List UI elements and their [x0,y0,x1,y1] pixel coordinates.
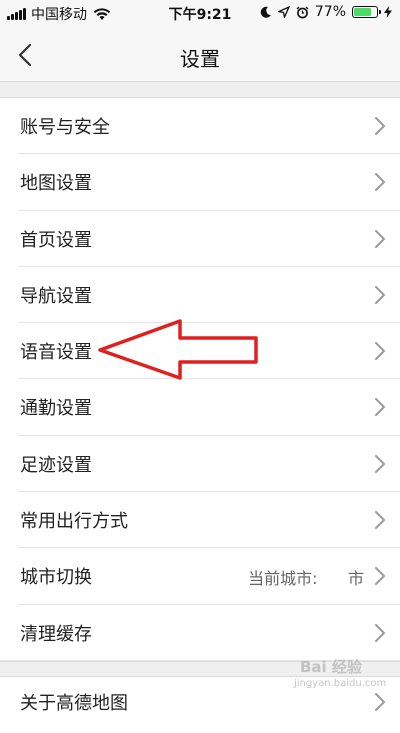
watermark-logo: Bai 经验 [300,658,362,676]
settings-item-navigation[interactable]: 导航设置 [0,266,400,324]
settings-item-label: 常用出行方式 [20,511,128,533]
battery-fill [354,8,371,16]
settings-item-label: 语音设置 [20,342,92,364]
settings-item-map[interactable]: 地图设置 [0,154,400,211]
chevron-right-icon [375,454,385,473]
settings-item-label: 地图设置 [20,173,92,195]
moon-icon [260,6,271,18]
status-right: 77% [260,4,392,20]
settings-item-label: 账号与安全 [20,117,110,138]
settings-item-label: 足迹设置 [20,454,92,476]
watermark-url: jingyan.baidu.com [294,678,387,689]
settings-item-homepage[interactable]: 首页设置 [0,210,400,268]
navigation-bar: 设置 [0,28,400,82]
chevron-right-icon [375,693,385,711]
watermark: Bai 经验 jingyan.baidu.com [278,654,388,694]
settings-list: 账号与安全 地图设置 首页设置 导航设置 语音设置 通勤设置 足迹设置 常用出行… [0,98,400,662]
chevron-right-icon [375,173,385,192]
settings-item-voice[interactable]: 语音设置 [0,323,400,380]
location-arrow-icon [277,6,290,18]
chevron-right-icon [375,511,385,530]
chevron-right-icon [375,398,385,417]
settings-item-city-switch[interactable]: 城市切换 当前城市: 市 [0,548,400,605]
settings-item-label: 关于高德地图 [20,693,128,714]
settings-item-account-security[interactable]: 账号与安全 [0,98,400,155]
battery-icon [352,6,381,18]
alarm-icon [296,6,309,18]
chevron-right-icon [375,623,385,642]
settings-item-label: 通勤设置 [20,398,92,420]
chevron-right-icon [375,117,385,135]
current-city-value: 当前城市: 市 [248,569,364,589]
settings-item-label: 首页设置 [20,229,92,251]
settings-item-footprint[interactable]: 足迹设置 [0,435,400,493]
page-title: 设置 [180,47,220,71]
settings-item-label: 导航设置 [20,285,92,307]
chevron-right-icon [375,567,385,586]
settings-item-travel-mode[interactable]: 常用出行方式 [0,492,400,549]
settings-item-label: 清理缓存 [20,623,92,645]
charging-bolt-icon [384,6,392,18]
settings-item-clear-cache[interactable]: 清理缓存 [0,604,400,662]
battery-percent: 77% [314,4,346,20]
chevron-right-icon [375,229,385,248]
settings-item-label: 城市切换 [20,567,92,589]
settings-item-commute[interactable]: 通勤设置 [0,379,400,437]
chevron-right-icon [375,285,385,304]
chevron-right-icon [375,342,385,361]
status-bar: 中国移动 下午9:21 77% [0,0,400,28]
section-gap [0,82,400,98]
